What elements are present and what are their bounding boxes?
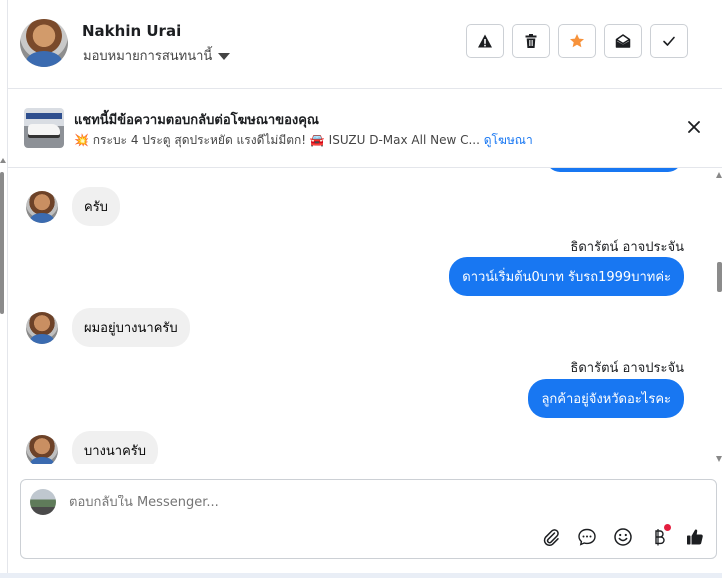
send-like-button[interactable] — [684, 526, 706, 548]
ad-thumbnail[interactable] — [24, 108, 64, 148]
conversation-header: Nakhin Urai มอบหมายการสนทนานี้ — [8, 0, 722, 89]
caret-down-icon — [218, 53, 231, 60]
thread-scrollbar-thumb[interactable] — [717, 262, 722, 292]
report-spam-button[interactable] — [466, 24, 504, 58]
message-composer — [20, 479, 717, 559]
contact-avatar-small[interactable] — [26, 434, 58, 464]
incoming-message: บางนาครับ — [26, 431, 159, 464]
incoming-bubble[interactable]: ครับ — [72, 187, 120, 226]
trash-icon — [525, 34, 537, 48]
checkmark-icon — [663, 36, 675, 46]
messenger-conversation-panel: Nakhin Urai มอบหมายการสนทนานี้ แชทนี้มีข… — [0, 0, 722, 578]
saved-replies-button[interactable] — [576, 526, 598, 548]
contact-avatar[interactable] — [20, 19, 68, 67]
attach-file-button[interactable] — [540, 526, 562, 548]
payment-request-button[interactable] — [648, 524, 671, 548]
assign-conversation-dropdown[interactable]: มอบหมายการสนทนานี้ — [83, 45, 231, 66]
thread-scroll-up-arrow[interactable] — [716, 172, 722, 178]
thumbs-up-icon — [687, 529, 703, 545]
incoming-message: ผมอยู่บางนาครับ — [26, 308, 190, 347]
burst-icon: 💥 — [74, 133, 89, 147]
previous-outgoing-bubble — [546, 168, 682, 172]
reply-input[interactable] — [69, 495, 629, 510]
close-icon — [688, 121, 700, 133]
page-avatar — [30, 489, 56, 515]
thread-scroll-down-arrow[interactable] — [716, 456, 722, 462]
star-button[interactable] — [558, 24, 596, 58]
notification-dot — [664, 524, 671, 531]
composer-tools — [540, 524, 706, 548]
chat-bubble-icon — [578, 528, 596, 546]
outgoing-bubble[interactable]: ลูกค้าอยู่จังหวัดอะไรคะ — [528, 379, 684, 418]
incoming-message: ครับ — [26, 187, 120, 226]
sender-name: ธิดารัตน์ อาจประจัน — [570, 240, 684, 255]
mark-done-button[interactable] — [650, 24, 688, 58]
ad-reply-banner: แชทนี้มีข้อความตอบกลับต่อโฆษณาของคุณ 💥 ก… — [8, 89, 722, 168]
contact-name[interactable]: Nakhin Urai — [82, 22, 181, 40]
assign-label: มอบหมายการสนทนานี้ — [83, 49, 213, 64]
warning-icon — [478, 34, 492, 48]
incoming-bubble[interactable]: บางนาครับ — [72, 431, 159, 464]
contact-avatar-small[interactable] — [26, 311, 58, 344]
emoji-button[interactable] — [612, 526, 634, 548]
left-scroll-up-arrow[interactable] — [0, 158, 6, 163]
close-banner-button[interactable] — [684, 117, 704, 137]
paperclip-icon — [543, 529, 559, 547]
incoming-bubble[interactable]: ผมอยู่บางนาครับ — [72, 308, 190, 347]
banner-title: แชทนี้มีข้อความตอบกลับต่อโฆษณาของคุณ — [74, 113, 319, 128]
message-thread[interactable]: ครับ ธิดารัตน์ อาจประจัน ดาวน์เริ่มต้น0บ… — [8, 168, 722, 464]
mark-unread-button[interactable] — [604, 24, 642, 58]
contact-avatar-small[interactable] — [26, 190, 58, 223]
left-scrollbar-thumb[interactable] — [0, 172, 4, 314]
ad-text: กระบะ 4 ประตู สุดประหยัด แรงดีไม่มีตก! 🚘… — [92, 133, 480, 147]
envelope-open-icon — [615, 34, 631, 48]
emoji-icon — [614, 528, 632, 546]
view-ad-link[interactable]: ดูโฆษณา — [484, 133, 533, 147]
header-actions — [466, 24, 688, 58]
outgoing-bubble[interactable]: ดาวน์เริ่มต้น0บาท รับรถ1999บาทค่ะ — [449, 257, 684, 296]
delete-button[interactable] — [512, 24, 550, 58]
sender-name: ธิดารัตน์ อาจประจัน — [570, 361, 684, 376]
bottom-strip — [0, 573, 722, 578]
banner-ad-line: 💥 กระบะ 4 ประตู สุดประหยัด แรงดีไม่มีตก!… — [74, 131, 533, 150]
star-icon — [570, 34, 584, 48]
